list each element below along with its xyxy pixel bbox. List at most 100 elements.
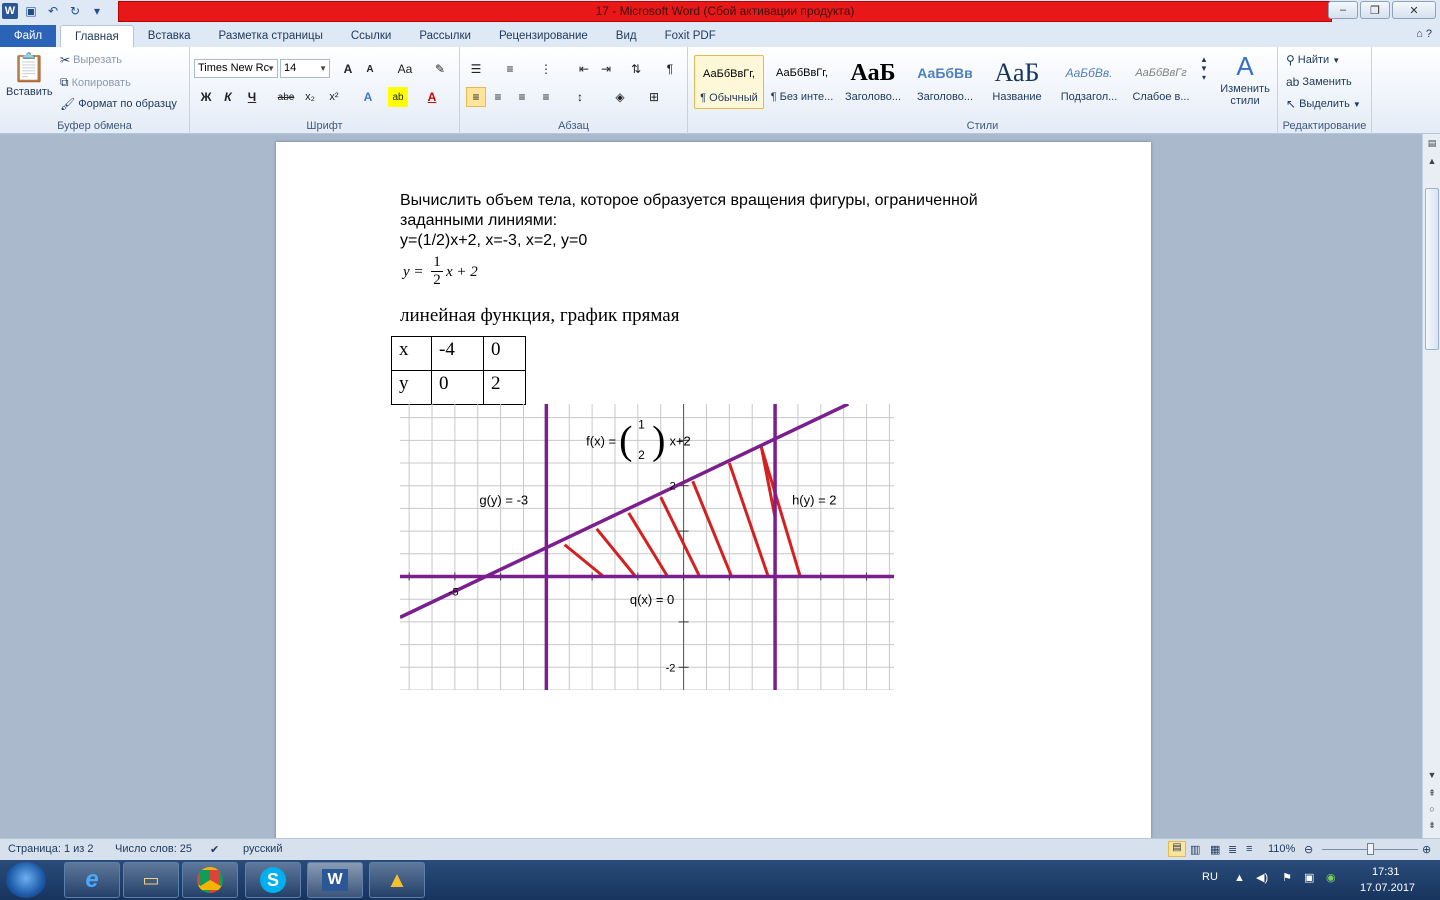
increase-indent-icon[interactable]: ⇥ [596,59,616,79]
tab-view[interactable]: Вид [602,25,651,47]
shrink-font-button[interactable]: A [360,59,380,79]
print-layout-icon[interactable]: ▤ [1168,841,1186,857]
clock-date[interactable]: 17.07.2017 [1360,882,1415,894]
highlight-icon[interactable]: ab [388,87,408,107]
word-taskbar-icon[interactable]: W [307,862,363,898]
next-page-icon[interactable]: ⇟ [1425,820,1439,834]
pilcrow-button[interactable]: ¶ [660,59,680,79]
zoom-out-icon[interactable]: ⊖ [1304,843,1313,856]
select-button[interactable]: ↖ Выделить ▼ [1286,97,1361,111]
tab-page-layout[interactable]: Разметка страницы [205,25,337,47]
font-size-combo[interactable]: 14 ▼ [280,59,330,78]
strikethrough-button[interactable]: abe [276,87,296,107]
scroll-up-icon[interactable]: ▲ [1425,156,1439,170]
bold-button[interactable]: Ж [196,87,216,107]
document-page[interactable]: Вычислить объем тела, которое образуется… [276,142,1151,842]
style-subtle-emphasis[interactable]: АаБбВвГг Слабое в... [1126,55,1196,109]
save-icon[interactable]: ▣ [22,2,40,20]
browse-object-icon[interactable]: ○ [1425,804,1439,818]
style-heading-2[interactable]: АаБбВв Заголово... [910,55,980,109]
change-case-button[interactable]: Aa [392,59,418,79]
draft-icon[interactable]: ≡ [1246,843,1252,855]
customize-qat-icon[interactable]: ▾ [88,2,106,20]
tab-home[interactable]: Главная [60,25,134,47]
change-styles-button[interactable]: A Изменить стили [1216,51,1274,107]
numbering-icon[interactable]: ≡ [500,59,520,79]
prev-page-icon[interactable]: ⇞ [1425,788,1439,802]
ruler-toggle-icon[interactable]: ▤ [1425,138,1439,152]
app-triangle-icon[interactable]: ▲ [369,862,425,898]
sort-icon[interactable]: ⇅ [626,59,646,79]
chrome-icon[interactable] [182,862,238,898]
paste-button[interactable]: 📋 Вставить [6,51,53,98]
scroll-down-icon[interactable]: ▼ [1425,770,1439,784]
zoom-in-icon[interactable]: ⊕ [1422,843,1431,856]
close-button[interactable]: ✕ [1392,1,1436,19]
volume-icon[interactable]: ◀) [1256,871,1268,884]
language-indicator[interactable]: русский [243,843,282,855]
line-spacing-icon[interactable]: ↕ [570,87,590,107]
subscript-button[interactable]: x₂ [300,87,320,107]
zoom-slider-thumb[interactable] [1367,843,1374,855]
show-hidden-icons-icon[interactable]: ▲ [1234,872,1245,884]
superscript-button[interactable]: x² [324,87,344,107]
word-count[interactable]: Число слов: 25 [115,843,192,855]
tray-app-icon[interactable]: ◉ [1326,871,1336,884]
align-center-icon[interactable]: ≡ [488,87,508,107]
bullets-icon[interactable]: ☰ [466,59,486,79]
tab-review[interactable]: Рецензирование [485,25,602,47]
grow-font-button[interactable]: A [338,59,358,79]
align-left-icon[interactable]: ≡ [466,87,486,107]
format-painter-button[interactable]: 🖌 Формат по образцу [60,97,177,111]
outline-icon[interactable]: ≣ [1228,843,1237,856]
undo-icon[interactable]: ↶ [44,2,62,20]
underline-button[interactable]: Ч [242,87,262,107]
skype-icon[interactable]: S [245,862,301,898]
internet-explorer-icon[interactable]: e [64,862,120,898]
multilevel-list-icon[interactable]: ⋮ [536,59,556,79]
start-button[interactable] [6,862,46,898]
web-layout-icon[interactable]: ▦ [1210,843,1220,856]
style-heading-1[interactable]: АаБ Заголово... [838,55,908,109]
copy-button[interactable]: ⧉ Копировать [60,75,131,90]
find-button[interactable]: ⚲ Найти ▼ [1286,53,1340,67]
tab-foxit-pdf[interactable]: Foxit PDF [651,25,730,47]
vertical-scrollbar[interactable]: ▤ ▲ ▼ ⇞ ○ ⇟ [1422,134,1440,838]
replace-button[interactable]: ab Заменить [1286,75,1352,89]
maximize-button[interactable]: ❐ [1360,1,1390,19]
tab-references[interactable]: Ссылки [337,25,406,47]
tab-mailings[interactable]: Рассылки [405,25,485,47]
full-screen-reading-icon[interactable]: ▥ [1190,843,1200,856]
styles-scroll[interactable]: ▲ ▼ ▾ [1200,55,1208,82]
action-center-icon[interactable]: ⚑ [1282,871,1292,884]
style-title[interactable]: АаБ Название [982,55,1052,109]
word-logo-icon[interactable]: W [2,3,18,19]
scroll-thumb[interactable] [1425,188,1439,350]
font-name-combo[interactable]: Times New Rc ▼ [194,59,278,78]
redo-icon[interactable]: ↻ [66,2,84,20]
cut-button[interactable]: ✂ Вырезать [60,53,122,67]
shading-icon[interactable]: ◈ [610,87,630,107]
minimize-button[interactable]: – [1328,1,1358,19]
justify-icon[interactable]: ≡ [536,87,556,107]
file-explorer-icon[interactable]: ▭ [123,862,179,898]
network-icon[interactable]: ▣ [1304,871,1314,884]
style-no-spacing[interactable]: АаБбВвГг, ¶ Без инте... [767,55,837,109]
page-counter[interactable]: Страница: 1 из 2 [8,843,94,855]
borders-icon[interactable]: ⊞ [644,87,664,107]
text-effects-icon[interactable]: A [358,87,378,107]
font-color-icon[interactable]: A [422,87,442,107]
clear-formatting-icon[interactable]: ✎ [430,59,450,79]
style-normal[interactable]: АаБбВвГг, ¶ Обычный [694,55,764,109]
tab-insert[interactable]: Вставка [134,25,205,47]
help-icon[interactable]: ⌂ ? [1416,28,1432,40]
decrease-indent-icon[interactable]: ⇤ [574,59,594,79]
tab-file[interactable]: Файл [0,25,56,47]
spellcheck-icon[interactable]: ✔ [210,843,219,856]
align-right-icon[interactable]: ≡ [512,87,532,107]
style-subtitle[interactable]: АаБбВв. Подзагол... [1054,55,1124,109]
zoom-level[interactable]: 110% [1268,843,1295,855]
clock-time[interactable]: 17:31 [1372,866,1400,878]
language-tray[interactable]: RU [1202,871,1218,883]
italic-button[interactable]: К [218,87,238,107]
